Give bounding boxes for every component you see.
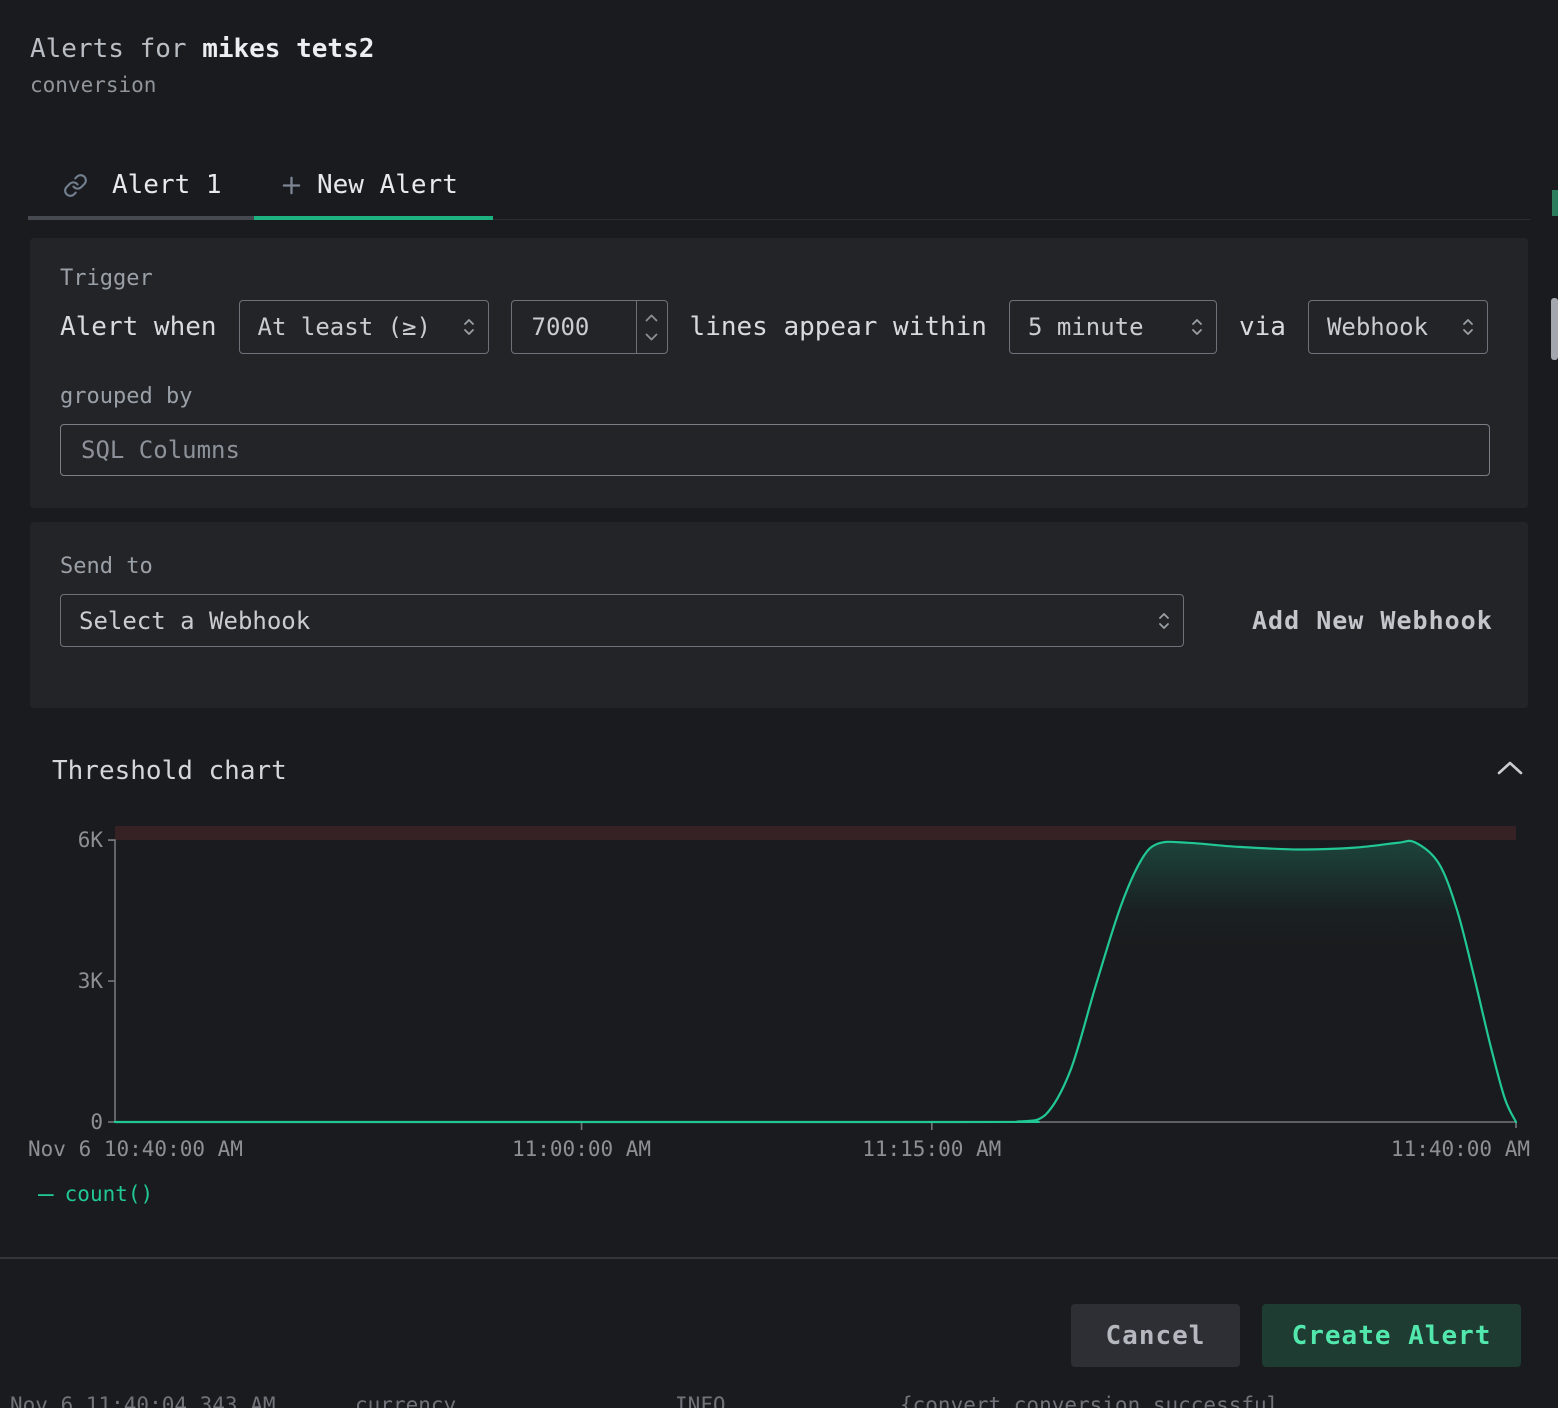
svg-text:11:00:00 AM: 11:00:00 AM [512, 1137, 651, 1161]
send-to-label: Send to [60, 554, 153, 579]
tab-label: New Alert [317, 170, 458, 200]
lines-appear-within-text: lines appear within [690, 312, 987, 342]
link-icon [63, 173, 88, 198]
webhook-select[interactable]: Select a Webhook [60, 594, 1184, 647]
trigger-panel: Trigger Alert when At least (≥) lines ap… [30, 238, 1528, 508]
svg-text:6K: 6K [78, 828, 104, 852]
channel-select[interactable]: Webhook [1308, 300, 1488, 354]
collapse-chart-button[interactable] [1496, 760, 1524, 776]
page-title: Alerts for mikes tets2 [30, 34, 374, 64]
log-timestamp: Nov 6 11:40:04.343 AM [10, 1393, 276, 1408]
alert-when-text: Alert when [60, 312, 217, 342]
chevron-down-icon [645, 333, 658, 341]
comparator-select[interactable]: At least (≥) [239, 300, 489, 354]
webhook-select-placeholder: Select a Webhook [79, 607, 310, 635]
chevron-up-down-icon [1157, 609, 1171, 633]
alert-tabs: Alert 1 New Alert [28, 156, 493, 214]
tab-alert-1[interactable]: Alert 1 [28, 156, 254, 214]
chevron-up-icon [1496, 760, 1524, 776]
svg-text:11:15:00 AM: 11:15:00 AM [862, 1137, 1001, 1161]
svg-text:11:40:00 AM: 11:40:00 AM [1391, 1137, 1530, 1161]
page-subtitle: conversion [30, 73, 374, 97]
page-title-source-name: mikes tets2 [202, 34, 374, 64]
chart-legend: — count() [38, 1182, 153, 1206]
channel-value: Webhook [1327, 313, 1428, 341]
chevron-up-down-icon [1190, 315, 1204, 339]
grouped-by-label: grouped by [60, 384, 192, 409]
right-edge-accent-sliver [1552, 190, 1558, 216]
comparator-value: At least (≥) [258, 313, 431, 341]
threshold-chart-title: Threshold chart [52, 756, 287, 786]
via-text: via [1239, 312, 1286, 342]
trigger-sentence-row: Alert when At least (≥) lines appear wit… [60, 300, 1488, 354]
tab-1-underline [28, 216, 254, 220]
time-window-select[interactable]: 5 minute [1009, 300, 1217, 354]
dialog-header: Alerts for mikes tets2 conversion [30, 34, 374, 97]
send-to-panel: Send to Select a Webhook Add New Webhook [30, 522, 1528, 708]
chevron-up-down-icon [462, 315, 476, 339]
trigger-section-label: Trigger [60, 266, 153, 291]
threshold-chart: 0 3K 6K Nov 6 10:40:00 AM 11:00:00 AM 11:15:0… [28, 826, 1530, 1166]
plus-icon [280, 174, 303, 197]
log-service: currency [355, 1393, 456, 1408]
tab-new-alert[interactable]: New Alert [254, 156, 493, 214]
create-alert-button[interactable]: Create Alert [1262, 1304, 1521, 1367]
svg-text:3K: 3K [78, 969, 104, 993]
threshold-stepper[interactable] [636, 301, 667, 353]
threshold-input-group [511, 300, 668, 354]
active-tab-underline [254, 216, 493, 220]
tab-label: Alert 1 [112, 170, 222, 200]
log-level: INFO [675, 1393, 726, 1408]
threshold-input[interactable] [512, 301, 636, 353]
chevron-up-icon [645, 314, 658, 322]
chevron-up-down-icon [1461, 315, 1475, 339]
svg-text:0: 0 [90, 1110, 103, 1134]
group-by-input[interactable] [60, 424, 1490, 476]
legend-line-swatch: — [38, 1183, 54, 1205]
send-to-row: Select a Webhook Add New Webhook [60, 594, 1499, 647]
footer-divider [0, 1257, 1558, 1259]
svg-text:Nov 6 10:40:00 AM: Nov 6 10:40:00 AM [28, 1137, 243, 1161]
background-log-row: Nov 6 11:40:04.343 AM currency INFO {con… [0, 1393, 1558, 1408]
add-new-webhook-button[interactable]: Add New Webhook [1246, 605, 1499, 636]
log-message: {convert conversion successful [900, 1393, 1279, 1408]
page-title-prefix: Alerts for [30, 34, 202, 64]
scrollbar-thumb[interactable] [1551, 298, 1558, 360]
legend-series-label: count() [65, 1182, 154, 1206]
cancel-button[interactable]: Cancel [1071, 1304, 1240, 1367]
time-window-value: 5 minute [1028, 313, 1144, 341]
